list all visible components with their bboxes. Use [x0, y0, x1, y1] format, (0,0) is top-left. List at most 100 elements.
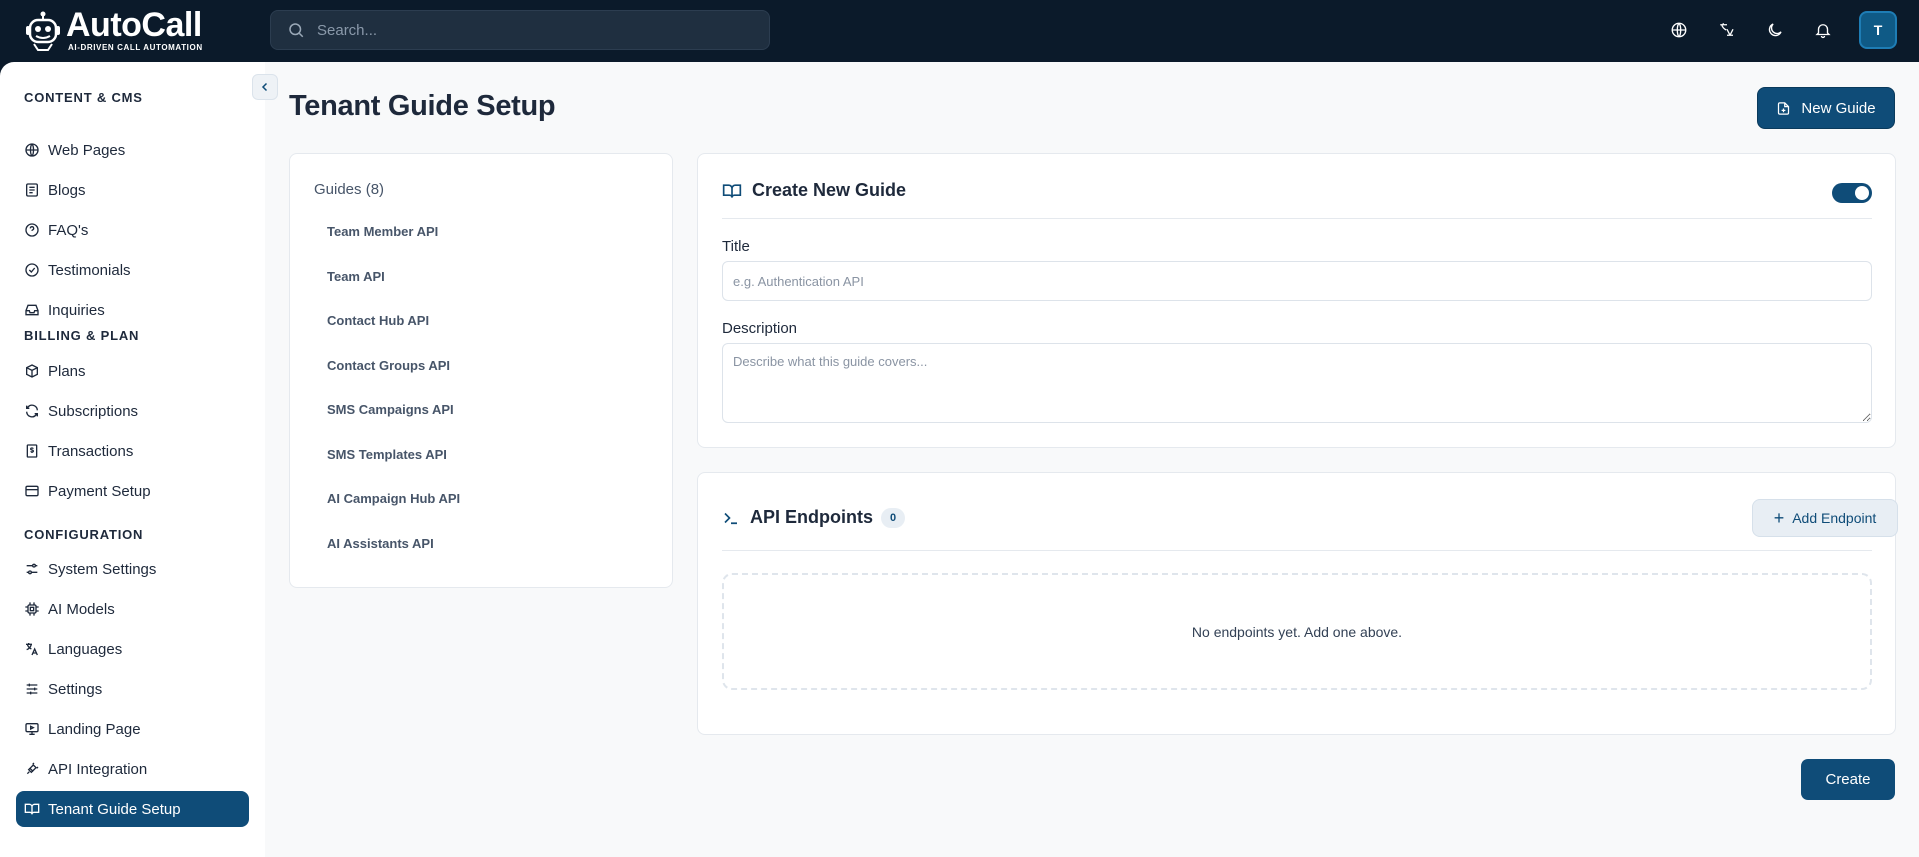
bell-icon[interactable] — [1811, 18, 1835, 42]
sidebar-item-label: Languages — [48, 640, 123, 658]
page-title: Tenant Guide Setup — [289, 90, 556, 122]
search-input[interactable] — [317, 21, 757, 39]
refresh-icon — [24, 403, 40, 419]
api-endpoints-card: API Endpoints 0 + Add Endpoint No endpoi… — [697, 472, 1898, 735]
plus-icon: + — [1773, 508, 1785, 528]
add-endpoint-label: Add Endpoint — [1792, 510, 1877, 526]
sidebar-item-label: Plans — [48, 362, 86, 380]
endpoints-empty-state: No endpoints yet. Add one above. — [722, 573, 1872, 690]
settings-sliders-icon — [24, 561, 40, 577]
guide-item[interactable]: Contact Hub API — [327, 313, 429, 328]
newspaper-icon — [24, 182, 40, 198]
package-icon — [24, 363, 40, 379]
sidebar-item-label: Subscriptions — [48, 402, 139, 420]
translate-icon[interactable] — [1715, 18, 1739, 42]
terminal-icon — [722, 509, 740, 527]
sidebar-item-label: Transactions — [48, 442, 134, 460]
sidebar-item-tenant-guide-setup[interactable]: Tenant Guide Setup — [16, 791, 249, 827]
description-textarea[interactable] — [722, 343, 1872, 423]
sidebar-item-label: Landing Page — [48, 720, 141, 738]
guide-item[interactable]: Team API — [327, 269, 385, 284]
sidebar-item-settings[interactable]: Settings — [16, 671, 249, 707]
add-endpoint-button[interactable]: + Add Endpoint — [1752, 499, 1898, 537]
brand-logo[interactable]: AutoCall AI-DRIVEN CALL AUTOMATION — [24, 8, 203, 52]
title-input[interactable] — [722, 261, 1872, 301]
sidebar-item-testimonials[interactable]: Testimonials — [16, 252, 249, 288]
sidebar-item-plans[interactable]: Plans — [16, 353, 249, 389]
sidebar-item-label: Testimonials — [48, 261, 131, 279]
languages-icon — [24, 641, 40, 657]
sidebar-item-blogs[interactable]: Blogs — [16, 172, 249, 208]
sidebar-item-label: Tenant Guide Setup — [48, 800, 181, 818]
sidebar-item-landing-page[interactable]: Landing Page — [16, 711, 249, 747]
guide-item[interactable]: SMS Campaigns API — [327, 402, 454, 417]
guide-item[interactable]: Contact Groups API — [327, 358, 450, 373]
sidebar-item-label: FAQ's — [48, 221, 89, 239]
brand-name: AutoCall — [66, 6, 202, 44]
create-guide-heading: Create New Guide — [752, 180, 907, 200]
receipt-icon — [24, 443, 40, 459]
cpu-icon — [24, 601, 40, 617]
plug-icon — [24, 761, 40, 777]
divider — [722, 218, 1872, 219]
file-plus-icon — [1776, 101, 1791, 116]
guides-list-card: Guides (8) Team Member API Team API Cont… — [289, 153, 673, 588]
sidebar-item-label: AI Models — [48, 600, 115, 618]
sidebar: CONTENT & CMS Web Pages Blogs FAQ's Test… — [0, 62, 265, 857]
sidebar-item-label: API Integration — [48, 760, 148, 778]
api-endpoints-heading: API Endpoints — [750, 507, 873, 527]
chevron-left-icon — [259, 81, 271, 93]
guide-item[interactable]: AI Campaign Hub API — [327, 491, 460, 506]
guide-active-toggle[interactable] — [1832, 183, 1872, 203]
sidebar-item-ai-models[interactable]: AI Models — [16, 591, 249, 627]
sidebar-item-label: Inquiries — [48, 301, 105, 319]
sliders-icon — [24, 681, 40, 697]
help-circle-icon — [24, 222, 40, 238]
credit-card-icon — [24, 483, 40, 499]
brand-tagline: AI-DRIVEN CALL AUTOMATION — [68, 43, 203, 52]
new-guide-button[interactable]: New Guide — [1757, 87, 1895, 129]
search-bar[interactable] — [270, 10, 770, 50]
book-open-icon — [722, 181, 742, 201]
sidebar-item-web-pages[interactable]: Web Pages — [16, 132, 249, 168]
empty-state-text: No endpoints yet. Add one above. — [1191, 623, 1403, 640]
monitor-icon — [24, 721, 40, 737]
globe-icon[interactable] — [1667, 18, 1691, 42]
user-avatar[interactable]: T — [1859, 11, 1897, 49]
moon-icon[interactable] — [1763, 18, 1787, 42]
create-button[interactable]: Create — [1801, 759, 1895, 800]
guide-item[interactable]: AI Assistants API — [327, 536, 434, 551]
sidebar-item-label: Payment Setup — [48, 482, 151, 500]
main-content: Tenant Guide Setup New Guide Guides (8) … — [265, 62, 1919, 857]
sidebar-item-label: System Settings — [48, 560, 157, 578]
search-icon — [287, 21, 305, 39]
book-open-icon — [24, 801, 40, 817]
globe-icon — [24, 142, 40, 158]
sidebar-item-api-integration[interactable]: API Integration — [16, 751, 249, 787]
robot-logo-icon — [24, 9, 62, 51]
sidebar-item-languages[interactable]: Languages — [16, 631, 249, 667]
section-title-billing: BILLING & PLAN — [24, 328, 140, 343]
sidebar-collapse-button[interactable] — [252, 74, 278, 100]
sidebar-item-payment-setup[interactable]: Payment Setup — [16, 473, 249, 509]
sidebar-item-label: Web Pages — [48, 141, 126, 159]
sidebar-item-inquiries[interactable]: Inquiries — [16, 292, 249, 328]
divider — [722, 550, 1872, 551]
title-label: Title — [722, 238, 750, 255]
sidebar-item-label: Settings — [48, 680, 103, 698]
guides-count-header: Guides (8) — [314, 181, 385, 198]
inbox-icon — [24, 302, 40, 318]
section-title-configuration: CONFIGURATION — [24, 527, 144, 542]
description-label: Description — [722, 320, 798, 337]
sidebar-item-label: Blogs — [48, 181, 86, 199]
new-guide-label: New Guide — [1801, 99, 1876, 117]
sidebar-item-faqs[interactable]: FAQ's — [16, 212, 249, 248]
guide-item[interactable]: Team Member API — [327, 224, 438, 239]
create-guide-card: Create New Guide Title Description — [697, 153, 1896, 448]
sidebar-item-subscriptions[interactable]: Subscriptions — [16, 393, 249, 429]
check-circle-icon — [24, 262, 40, 278]
guide-item[interactable]: SMS Templates API — [327, 447, 447, 462]
sidebar-item-transactions[interactable]: Transactions — [16, 433, 249, 469]
section-title-content: CONTENT & CMS — [24, 90, 143, 105]
sidebar-item-system-settings[interactable]: System Settings — [16, 551, 249, 587]
